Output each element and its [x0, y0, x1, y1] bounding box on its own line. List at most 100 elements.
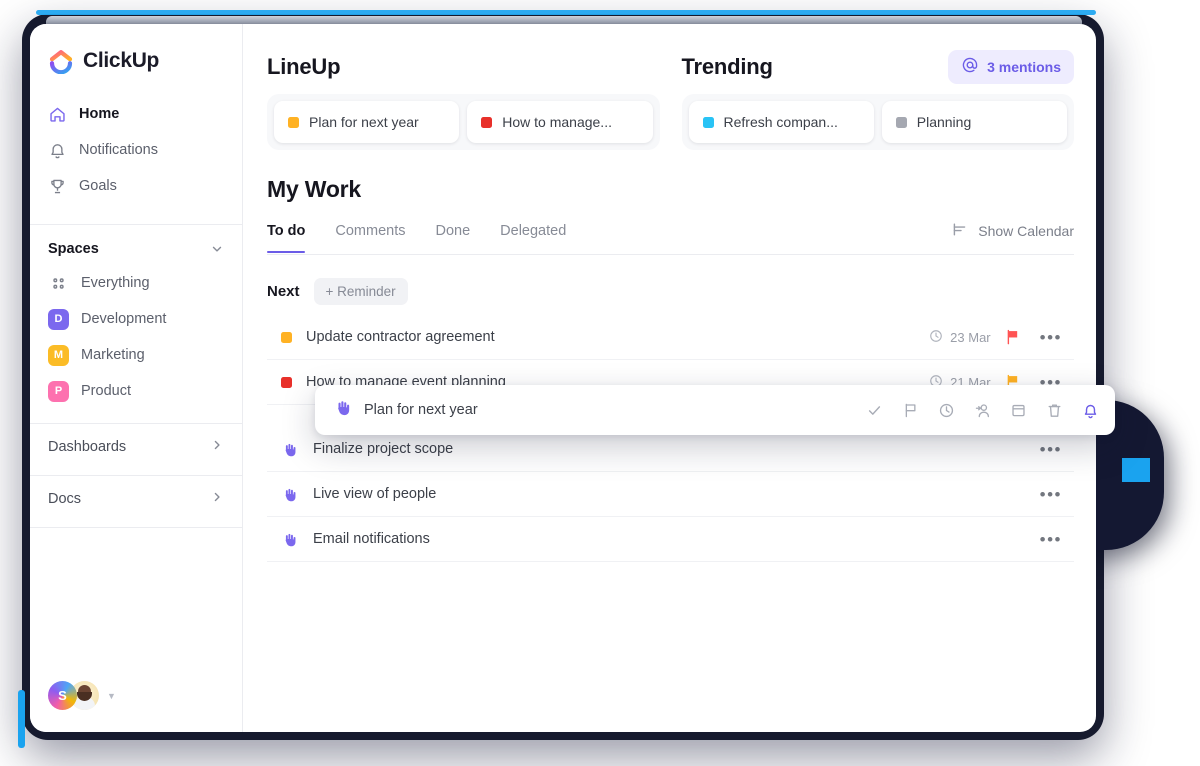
person-add-icon[interactable] — [974, 402, 991, 419]
mentions-badge[interactable]: 3 mentions — [948, 50, 1074, 84]
mentions-label: 3 mentions — [987, 59, 1061, 75]
sidebar-item-notifications[interactable]: Notifications — [40, 132, 232, 168]
flag-icon[interactable] — [902, 402, 919, 419]
brand-name: ClickUp — [83, 49, 160, 72]
calendar-icon[interactable] — [1010, 402, 1027, 419]
task-name: Finalize project scope — [313, 441, 454, 457]
next-group-header: Next + Reminder — [243, 255, 1096, 305]
drag-hand-icon[interactable] — [281, 441, 299, 458]
top-panels: LineUp Plan for next year How to manage.… — [243, 24, 1096, 150]
task-name: Live view of people — [313, 486, 437, 502]
task-due-date[interactable]: 23 Mar — [929, 329, 991, 346]
sidebar-item-home[interactable]: Home — [40, 96, 232, 132]
trophy-icon — [48, 177, 67, 196]
user-account-row[interactable]: S ▼ — [30, 681, 242, 732]
chevron-right-icon-dashboards — [210, 438, 224, 456]
sidebar-item-goals[interactable]: Goals — [40, 168, 232, 204]
check-icon[interactable] — [866, 402, 883, 419]
table-row[interactable]: Update contractor agreement 23 Mar ••• — [267, 315, 1074, 360]
table-row[interactable]: Live view of people ••• — [267, 472, 1074, 517]
trending-card-2[interactable]: Planning — [881, 101, 1067, 143]
sidebar-item-everything[interactable]: Everything — [40, 265, 232, 301]
drag-hand-icon[interactable] — [281, 531, 299, 548]
main-content: LineUp Plan for next year How to manage.… — [243, 24, 1096, 732]
sidebar-item-dashboards[interactable]: Dashboards — [30, 424, 242, 469]
sidebar-item-label-everything: Everything — [81, 275, 150, 291]
status-dot-trending-2 — [895, 116, 907, 128]
sidebar-item-label-docs: Docs — [48, 490, 82, 507]
kebab-menu-icon[interactable]: ••• — [1034, 486, 1062, 503]
drag-popup-title: Plan for next year — [364, 402, 478, 418]
task-name: Email notifications — [313, 531, 430, 547]
lineup-card-1[interactable]: Plan for next year — [274, 101, 460, 143]
primary-nav: Home Notifications Goals — [30, 96, 242, 218]
priority-flag-icon[interactable] — [1005, 329, 1020, 345]
sidebar-item-label-goals: Goals — [79, 178, 117, 194]
sidebar-item-marketing[interactable]: M Marketing — [40, 337, 232, 373]
kebab-menu-icon[interactable]: ••• — [1034, 441, 1062, 458]
trash-icon[interactable] — [1046, 402, 1063, 419]
spaces-title: Spaces — [48, 241, 99, 257]
at-mention-icon — [961, 56, 979, 79]
drag-hand-icon[interactable] — [333, 398, 352, 422]
show-calendar-label: Show Calendar — [978, 223, 1074, 239]
grid-dots-icon — [48, 276, 69, 291]
sidebar-item-development[interactable]: D Development — [40, 301, 232, 337]
lineup-card-tray: Plan for next year How to manage... — [267, 94, 660, 150]
workspace-avatar[interactable]: S — [48, 681, 77, 710]
status-dot-trending-1 — [702, 116, 714, 128]
bell-icon — [48, 141, 67, 160]
spaces-section-header[interactable]: Spaces — [30, 225, 242, 265]
trending-card-1[interactable]: Refresh compan... — [688, 101, 874, 143]
lineup-card-label-2: How to manage... — [502, 114, 612, 130]
next-label: Next — [267, 283, 300, 300]
trending-card-tray: Refresh compan... Planning — [681, 94, 1074, 150]
space-badge-development: D — [48, 308, 69, 330]
drag-popup-actions — [866, 402, 1099, 419]
tab-done[interactable]: Done — [436, 223, 471, 252]
sidebar-item-product[interactable]: P Product — [40, 373, 232, 409]
status-dot — [281, 331, 292, 343]
caret-down-icon[interactable]: ▼ — [107, 691, 116, 701]
home-icon — [48, 105, 67, 124]
drag-task-popup[interactable]: Plan for next year — [315, 385, 1115, 435]
sidebar-item-label-development: Development — [81, 311, 167, 327]
lineup-card-2[interactable]: How to manage... — [467, 101, 653, 143]
sidebar-item-label-notifications: Notifications — [79, 142, 158, 158]
sidebar-item-docs[interactable]: Docs — [30, 476, 242, 521]
bell-icon[interactable] — [1082, 402, 1099, 419]
sidebar: ClickUp Home Notifications Goals Spaces … — [30, 24, 243, 732]
tab-comments[interactable]: Comments — [335, 223, 405, 252]
add-reminder-button[interactable]: + Reminder — [313, 278, 408, 305]
trending-card-label-1: Refresh compan... — [723, 114, 838, 130]
show-calendar-button[interactable]: Show Calendar — [951, 221, 1074, 254]
sidebar-item-label-marketing: Marketing — [81, 347, 145, 363]
drag-hand-icon[interactable] — [281, 486, 299, 503]
frame-edge-artifact-right — [1122, 458, 1150, 482]
kebab-menu-icon[interactable]: ••• — [1034, 329, 1062, 346]
sidebar-item-label-product: Product — [81, 383, 131, 399]
kebab-menu-icon[interactable]: ••• — [1034, 531, 1062, 548]
panel-toggle-icon — [951, 221, 968, 241]
tab-label-comments: Comments — [335, 223, 406, 239]
space-badge-product: P — [48, 380, 69, 402]
status-dot-lineup-2 — [481, 116, 493, 128]
tab-delegated[interactable]: Delegated — [500, 223, 566, 252]
lineup-panel: LineUp Plan for next year How to manage.… — [267, 54, 660, 150]
tab-label-done: Done — [435, 223, 471, 239]
lineup-card-label-1: Plan for next year — [309, 114, 419, 130]
screenshot-stage: ClickUp Home Notifications Goals Spaces … — [0, 0, 1200, 766]
task-due-label: 23 Mar — [950, 329, 991, 345]
page-title: My Work — [267, 176, 362, 202]
tab-todo[interactable]: To do — [267, 223, 306, 253]
spaces-list: Everything D Development M Marketing P P… — [30, 265, 242, 409]
sidebar-item-label-dashboards: Dashboards — [48, 438, 127, 455]
tab-label-todo: To do — [267, 223, 306, 239]
clock-icon[interactable] — [938, 402, 955, 419]
trending-card-label-2: Planning — [916, 114, 972, 130]
clickup-logo-icon — [48, 48, 74, 75]
space-badge-marketing: M — [48, 344, 69, 366]
chevron-down-icon[interactable] — [210, 242, 224, 256]
brand-logo[interactable]: ClickUp — [30, 24, 242, 96]
table-row[interactable]: Email notifications ••• — [267, 517, 1074, 562]
